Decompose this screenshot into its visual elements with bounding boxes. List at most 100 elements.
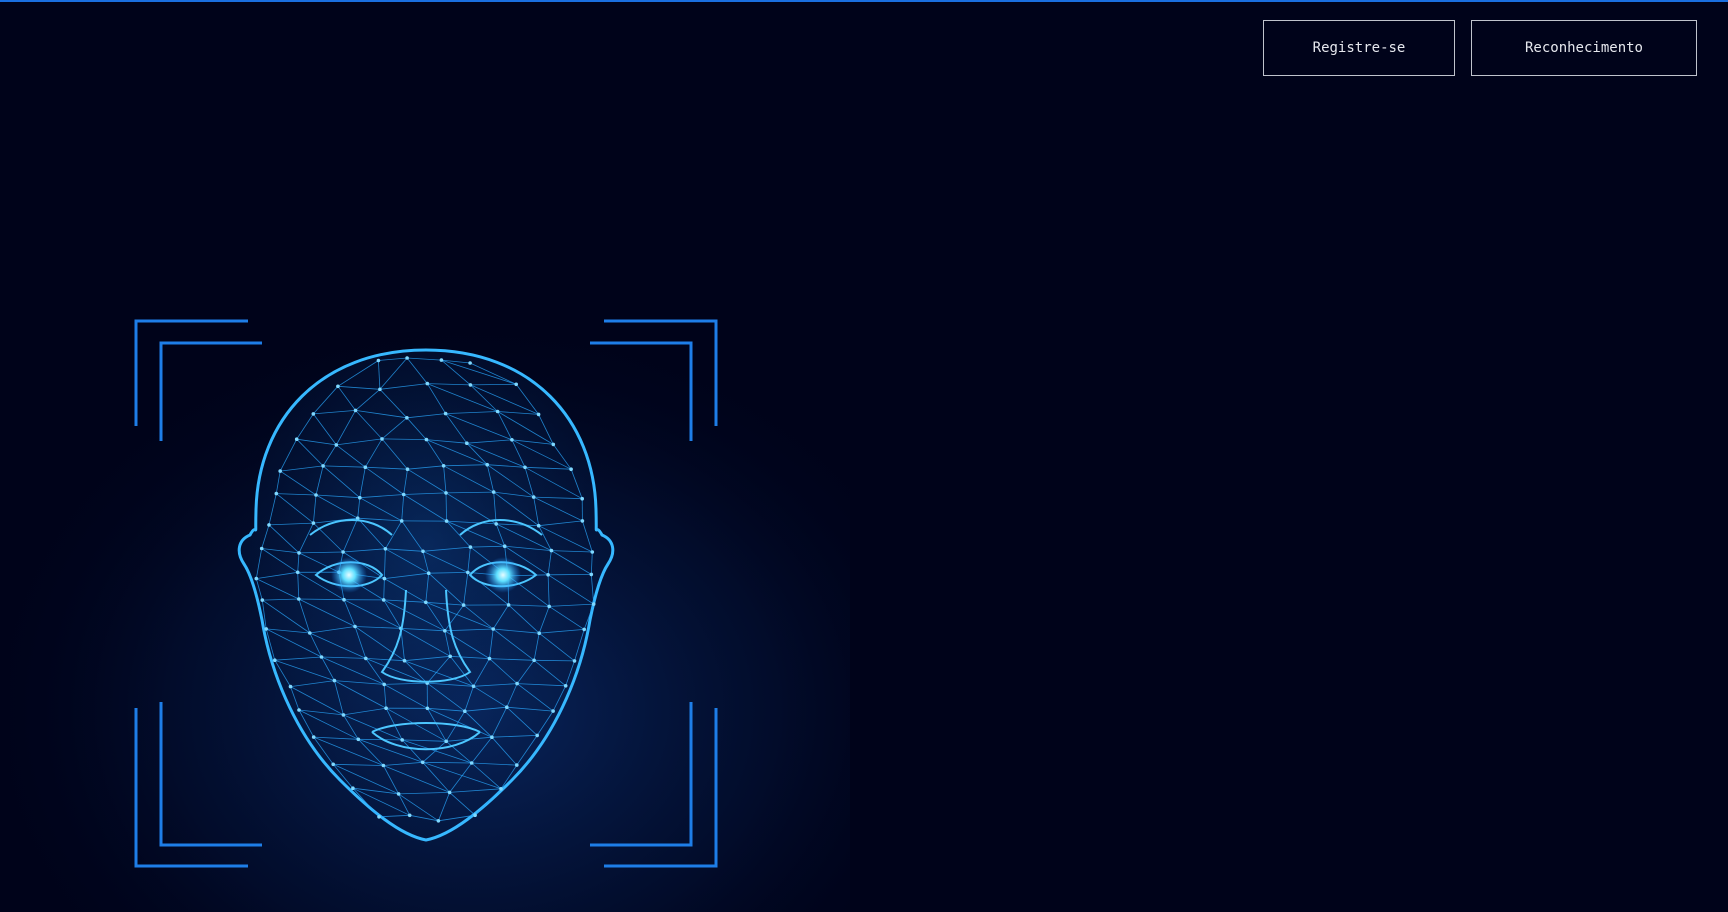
mesh-node <box>405 467 410 472</box>
mesh-node <box>563 684 568 688</box>
mesh-node <box>336 384 340 389</box>
mesh-node <box>311 521 316 525</box>
mesh-node <box>396 792 401 796</box>
mesh-node <box>402 658 407 663</box>
mesh-node <box>531 495 536 499</box>
mesh-node <box>546 573 550 577</box>
mesh-node <box>380 437 384 441</box>
mesh-node <box>363 465 368 470</box>
mesh-node <box>443 629 447 633</box>
mesh-node <box>424 437 429 442</box>
mesh-node <box>569 467 573 472</box>
mesh-node <box>407 813 412 818</box>
mesh-node <box>589 572 594 577</box>
mesh-node <box>351 786 355 790</box>
mesh-node <box>311 412 316 416</box>
mesh-node <box>590 550 595 554</box>
mesh-node <box>505 705 509 709</box>
mesh-node <box>364 656 368 661</box>
mesh-node <box>405 356 409 360</box>
mesh-node <box>295 570 300 575</box>
mesh-node <box>297 708 301 712</box>
mesh-node <box>342 597 346 602</box>
mesh-node <box>341 550 345 554</box>
mesh-node <box>267 523 271 527</box>
mesh-node <box>311 735 316 739</box>
mesh-node <box>426 571 431 575</box>
mesh-node <box>405 416 409 420</box>
mesh-node <box>319 655 324 659</box>
mesh-node <box>273 658 277 662</box>
mesh-node <box>502 544 507 548</box>
mesh-node <box>321 464 325 468</box>
mesh-node <box>444 491 448 495</box>
top-nav: Registre-se Reconhecimento <box>1263 20 1697 76</box>
top-accent-line <box>0 0 1728 2</box>
mesh-node <box>308 631 312 635</box>
mesh-node <box>551 442 556 447</box>
mesh-node <box>425 706 430 711</box>
right-eye-glow <box>485 557 521 593</box>
mesh-node <box>377 815 381 819</box>
mesh-node <box>444 519 449 523</box>
face-mesh-svg <box>10 240 850 912</box>
mesh-node <box>278 469 283 473</box>
mesh-node <box>515 681 519 686</box>
mesh-node <box>441 464 446 468</box>
mesh-node <box>465 441 469 446</box>
mesh-node <box>264 627 269 631</box>
mesh-node <box>254 576 259 581</box>
mesh-node <box>523 465 527 470</box>
mesh-node <box>314 493 318 497</box>
recognition-button[interactable]: Reconhecimento <box>1471 20 1697 76</box>
mesh-node <box>495 409 500 414</box>
mesh-node <box>382 576 387 581</box>
mesh-node <box>297 551 301 555</box>
mesh-node <box>334 443 339 447</box>
mesh-node <box>506 603 511 607</box>
mesh-node <box>490 735 494 739</box>
mesh-node <box>420 760 425 765</box>
mesh-node <box>471 684 476 689</box>
mesh-node <box>473 813 477 817</box>
mesh-node <box>536 412 541 417</box>
mesh-node <box>384 706 388 710</box>
mesh-node <box>487 656 492 661</box>
mesh-node <box>582 627 586 632</box>
face-recognition-illustration <box>0 180 860 912</box>
mesh-node <box>551 709 555 713</box>
mesh-node <box>436 819 441 823</box>
mesh-node <box>510 438 514 442</box>
mesh-node <box>461 603 466 607</box>
left-eye-glow <box>331 557 367 593</box>
mesh-node <box>341 713 346 717</box>
mesh-node <box>424 600 428 605</box>
mesh-node <box>468 383 473 387</box>
mesh-node <box>376 358 381 363</box>
mesh-node <box>485 462 490 467</box>
mesh-node <box>332 678 337 683</box>
mesh-node <box>514 382 518 387</box>
mesh-node <box>353 624 357 629</box>
mesh-node <box>491 490 496 494</box>
mesh-node <box>535 733 539 738</box>
mesh-node <box>260 598 265 602</box>
mesh-node <box>444 739 449 744</box>
mesh-node <box>547 604 551 609</box>
mesh-node <box>399 519 404 523</box>
mesh-node <box>537 631 541 635</box>
mesh-node <box>536 523 541 528</box>
mesh-node <box>580 519 585 523</box>
mesh-node <box>515 763 519 767</box>
mesh-node <box>425 381 430 386</box>
register-button[interactable]: Registre-se <box>1263 20 1455 76</box>
mesh-node <box>466 570 470 575</box>
mesh-node <box>494 522 499 526</box>
mesh-node <box>353 408 358 413</box>
mesh-node <box>381 598 386 602</box>
mesh-node <box>447 790 452 795</box>
mesh-node <box>469 761 474 765</box>
mesh-node <box>468 361 472 365</box>
mesh-node <box>358 495 362 500</box>
mesh-node <box>443 411 448 416</box>
